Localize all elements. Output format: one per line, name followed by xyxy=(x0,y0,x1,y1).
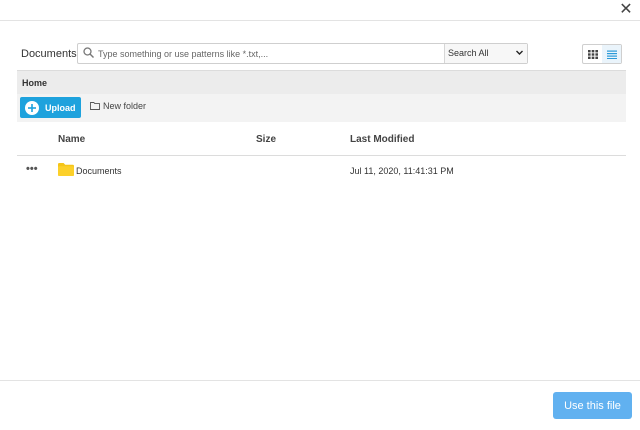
grid-view-icon xyxy=(587,49,598,59)
row-last-modified: Jul 11, 2020, 11:41:31 PM xyxy=(350,166,454,176)
view-toggle xyxy=(582,44,622,64)
upload-label: Upload xyxy=(45,102,76,113)
chevron-down-icon xyxy=(516,50,523,55)
header-divider xyxy=(0,20,640,21)
search-scope-value: Search All xyxy=(448,48,489,58)
search-box: Search All xyxy=(77,43,528,64)
list-view-button[interactable] xyxy=(602,45,621,63)
column-header-last-modified[interactable]: Last Modified xyxy=(350,134,414,145)
new-folder-label: New folder xyxy=(103,101,147,111)
use-this-file-button[interactable]: Use this file xyxy=(553,392,632,419)
location-label: Documents xyxy=(21,48,77,60)
search-icon xyxy=(83,47,94,58)
breadcrumb-home[interactable]: Home xyxy=(22,78,47,88)
column-header-size[interactable]: Size xyxy=(256,134,276,145)
folder-icon xyxy=(58,163,74,176)
upload-button[interactable]: Upload xyxy=(20,97,81,118)
column-header-name[interactable]: Name xyxy=(58,134,85,145)
new-folder-button[interactable]: New folder xyxy=(90,101,146,111)
table-header-divider xyxy=(17,155,626,156)
footer-divider xyxy=(0,380,640,381)
breadcrumb-bar: Home xyxy=(17,70,626,94)
close-icon[interactable]: ✕ xyxy=(618,2,634,18)
grid-view-button[interactable] xyxy=(583,45,602,63)
plus-icon xyxy=(25,100,39,115)
row-actions-menu[interactable]: ••• xyxy=(26,163,38,175)
folder-outline-icon xyxy=(90,102,100,110)
search-input[interactable] xyxy=(98,45,443,62)
search-scope-select[interactable]: Search All xyxy=(444,44,527,63)
list-view-icon xyxy=(606,50,617,59)
toolbar: Upload New folder xyxy=(17,94,626,122)
row-name: Documents xyxy=(76,166,122,176)
